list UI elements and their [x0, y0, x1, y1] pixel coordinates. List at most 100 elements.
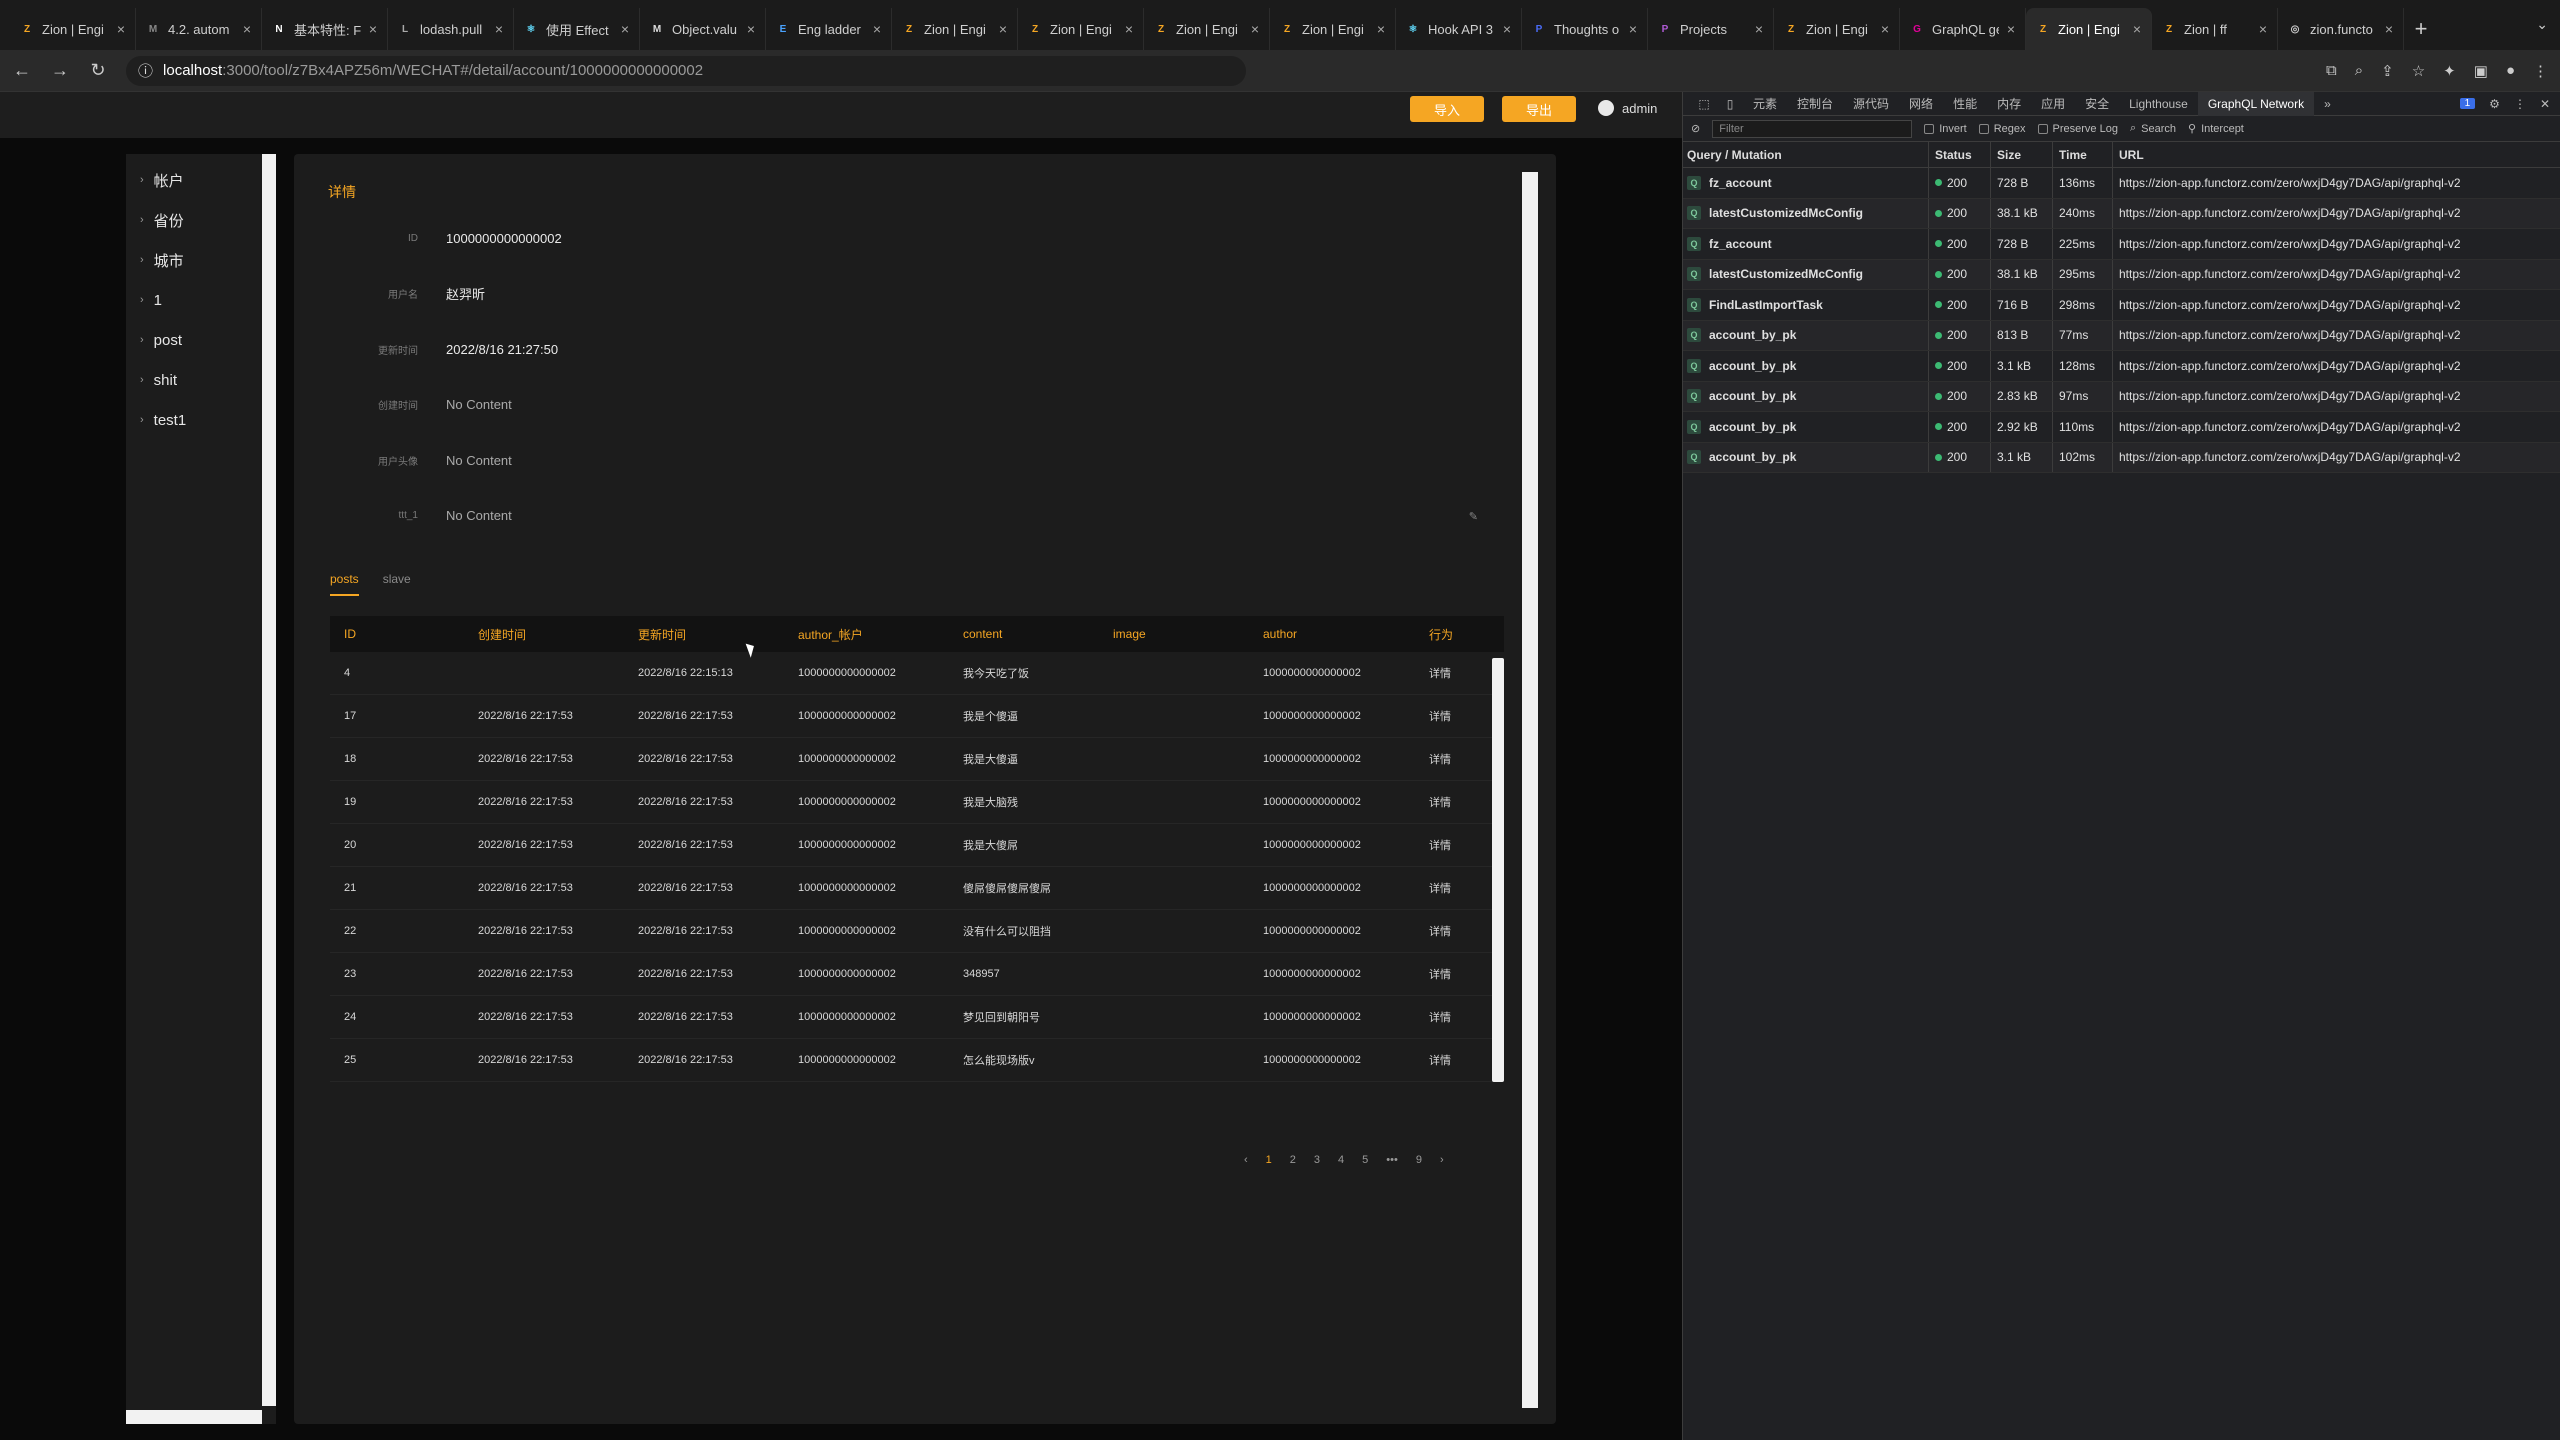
- page-number[interactable]: 2: [1290, 1154, 1296, 1166]
- user-menu[interactable]: admin: [1598, 100, 1657, 116]
- browser-tab[interactable]: M Object.valu ×: [640, 8, 766, 50]
- browser-tab[interactable]: ◎ zion.functo ×: [2278, 8, 2404, 50]
- browser-tab[interactable]: Z Zion | Engi ×: [2026, 8, 2152, 50]
- sidebar-item[interactable]: › 省份: [126, 200, 276, 240]
- tab-close-icon[interactable]: ×: [747, 21, 755, 37]
- next-page-icon[interactable]: ›: [1440, 1154, 1444, 1166]
- column-header[interactable]: ID: [330, 627, 478, 641]
- back-icon[interactable]: ←: [12, 60, 32, 81]
- tab-close-icon[interactable]: ×: [999, 21, 1007, 37]
- page-number[interactable]: 4: [1338, 1154, 1344, 1166]
- tab-close-icon[interactable]: ×: [2007, 21, 2015, 37]
- sidebar-item[interactable]: › 城市: [126, 240, 276, 280]
- filter-input[interactable]: Filter: [1712, 119, 1913, 138]
- extensions-icon[interactable]: ✦: [2443, 62, 2456, 80]
- tab-close-icon[interactable]: ×: [243, 21, 251, 37]
- sidebar-item[interactable]: › 帐户: [126, 160, 276, 200]
- tab-close-icon[interactable]: ×: [495, 21, 503, 37]
- sidebar-item[interactable]: › shit: [126, 360, 276, 400]
- col-query[interactable]: Query / Mutation: [1683, 142, 1929, 167]
- devtools-tab[interactable]: 源代码: [1843, 92, 1899, 116]
- devtools-tab[interactable]: 性能: [1943, 92, 1987, 116]
- table-row[interactable]: 23 2022/8/16 22:17:53 2022/8/16 22:17:53 10…: [330, 953, 1504, 996]
- column-header[interactable]: 行为: [1429, 626, 1489, 643]
- row-detail-link[interactable]: 详情: [1429, 837, 1489, 853]
- network-request-row[interactable]: Qaccount_by_pk 200 2.83 kB 97ms https://zion…: [1683, 381, 2560, 412]
- tab-close-icon[interactable]: ×: [1755, 21, 1763, 37]
- devtools-tab[interactable]: GraphQL Network: [2197, 91, 2315, 116]
- side-panel-icon[interactable]: ▣: [2474, 62, 2488, 80]
- col-status[interactable]: Status: [1929, 142, 1991, 167]
- row-detail-link[interactable]: 详情: [1429, 751, 1489, 767]
- address-bar[interactable]: ⓘ localhost:3000/tool/z7Bx4APZ56m/WECHAT…: [126, 55, 1246, 86]
- column-header[interactable]: author_帐户: [798, 626, 963, 643]
- invert-checkbox[interactable]: Invert: [1924, 123, 1967, 135]
- devtools-tab[interactable]: 内存: [1987, 92, 2031, 116]
- regex-checkbox[interactable]: Regex: [1978, 123, 2026, 135]
- tab-close-icon[interactable]: ×: [117, 21, 125, 37]
- table-row[interactable]: 24 2022/8/16 22:17:53 2022/8/16 22:17:53 10…: [330, 996, 1504, 1039]
- tab-close-icon[interactable]: ×: [1503, 21, 1511, 37]
- tab-close-icon[interactable]: ×: [1125, 21, 1133, 37]
- search-button[interactable]: ⌕ Search: [2130, 122, 2176, 135]
- forward-icon[interactable]: →: [50, 60, 70, 81]
- page-number[interactable]: 5: [1362, 1154, 1368, 1166]
- settings-gear-icon[interactable]: ⚙: [2489, 97, 2500, 111]
- profile-icon[interactable]: ●: [2506, 62, 2515, 80]
- import-button[interactable]: 导入: [1410, 96, 1484, 122]
- page-number[interactable]: 3: [1314, 1154, 1320, 1166]
- network-request-row[interactable]: QlatestCustomizedMcConfig 200 38.1 kB 240ms…: [1683, 198, 2560, 229]
- row-detail-link[interactable]: 详情: [1429, 923, 1489, 939]
- site-info-icon[interactable]: ⓘ: [138, 60, 153, 81]
- row-detail-link[interactable]: 详情: [1429, 794, 1489, 810]
- row-detail-link[interactable]: 详情: [1429, 1009, 1489, 1025]
- browser-tab[interactable]: P Projects ×: [1648, 8, 1774, 50]
- column-header[interactable]: 创建时间: [478, 626, 638, 643]
- issues-badge[interactable]: 1: [2459, 98, 2476, 109]
- row-detail-link[interactable]: 详情: [1429, 665, 1489, 681]
- main-scrollbar[interactable]: [1522, 172, 1538, 1408]
- tab-close-icon[interactable]: ×: [621, 21, 629, 37]
- browser-tab[interactable]: Z Zion | Engi ×: [1144, 8, 1270, 50]
- tab-close-icon[interactable]: ×: [1881, 21, 1889, 37]
- edit-icon[interactable]: ✎: [1469, 510, 1478, 523]
- table-row[interactable]: 17 2022/8/16 22:17:53 2022/8/16 22:17:53 10…: [330, 695, 1504, 738]
- reload-icon[interactable]: ↻: [88, 60, 108, 81]
- tab-search-chevron-icon[interactable]: ⌄: [2536, 16, 2548, 33]
- export-button[interactable]: 导出: [1502, 96, 1576, 122]
- table-row[interactable]: 21 2022/8/16 22:17:53 2022/8/16 22:17:53 10…: [330, 867, 1504, 910]
- browser-menu-icon[interactable]: ⋮: [2533, 62, 2548, 80]
- browser-tab[interactable]: Z Zion | Engi ×: [892, 8, 1018, 50]
- tab-close-icon[interactable]: ×: [369, 21, 377, 37]
- devtools-tab[interactable]: 元素: [1743, 92, 1787, 116]
- table-scrollbar[interactable]: [1492, 658, 1504, 1082]
- column-header[interactable]: image: [1113, 627, 1263, 641]
- tab-close-icon[interactable]: ×: [1251, 21, 1259, 37]
- sidebar-vertical-scrollbar[interactable]: [262, 154, 276, 1406]
- column-header[interactable]: 更新时间: [638, 626, 798, 643]
- row-detail-link[interactable]: 详情: [1429, 708, 1489, 724]
- share-icon[interactable]: ⇪: [2381, 62, 2394, 80]
- tab-close-icon[interactable]: ×: [873, 21, 881, 37]
- browser-tab[interactable]: E Eng ladder ×: [766, 8, 892, 50]
- browser-tab[interactable]: Z Zion | ff ×: [2152, 8, 2278, 50]
- network-request-row[interactable]: Q FindLastImportTask 200 716 B 298ms https://…: [1683, 290, 2560, 321]
- bookmark-star-icon[interactable]: ☆: [2412, 62, 2425, 80]
- table-row[interactable]: 20 2022/8/16 22:17:53 2022/8/16 22:17:53 10…: [330, 824, 1504, 867]
- sidebar-item[interactable]: › test1: [126, 400, 276, 440]
- column-header[interactable]: content: [963, 627, 1113, 641]
- table-row[interactable]: 18 2022/8/16 22:17:53 2022/8/16 22:17:53 10…: [330, 738, 1504, 781]
- browser-tab[interactable]: Llodash.pull ×: [388, 8, 514, 50]
- browser-tab[interactable]: Z Zion | Engi ×: [1018, 8, 1144, 50]
- preserve-log-checkbox[interactable]: Preserve Log: [2037, 123, 2118, 135]
- browser-tab[interactable]: M 4.2. autom ×: [136, 8, 262, 50]
- new-tab-button[interactable]: +: [2404, 8, 2438, 50]
- tab-posts[interactable]: posts: [330, 572, 359, 596]
- network-request-row[interactable]: Qfz_account 200 728 B 225ms https://zion-app…: [1683, 229, 2560, 260]
- row-detail-link[interactable]: 详情: [1429, 966, 1489, 982]
- more-tabs-icon[interactable]: »: [2314, 92, 2341, 116]
- network-request-row[interactable]: QlatestCustomizedMcConfig 200 38.1 kB 295ms…: [1683, 259, 2560, 290]
- network-request-row[interactable]: Qaccount_by_pk 200 2.92 kB 110ms https://zio…: [1683, 412, 2560, 443]
- browser-tab[interactable]: G GraphQL ge ×: [1900, 8, 2026, 50]
- page-number[interactable]: •••: [1386, 1154, 1398, 1166]
